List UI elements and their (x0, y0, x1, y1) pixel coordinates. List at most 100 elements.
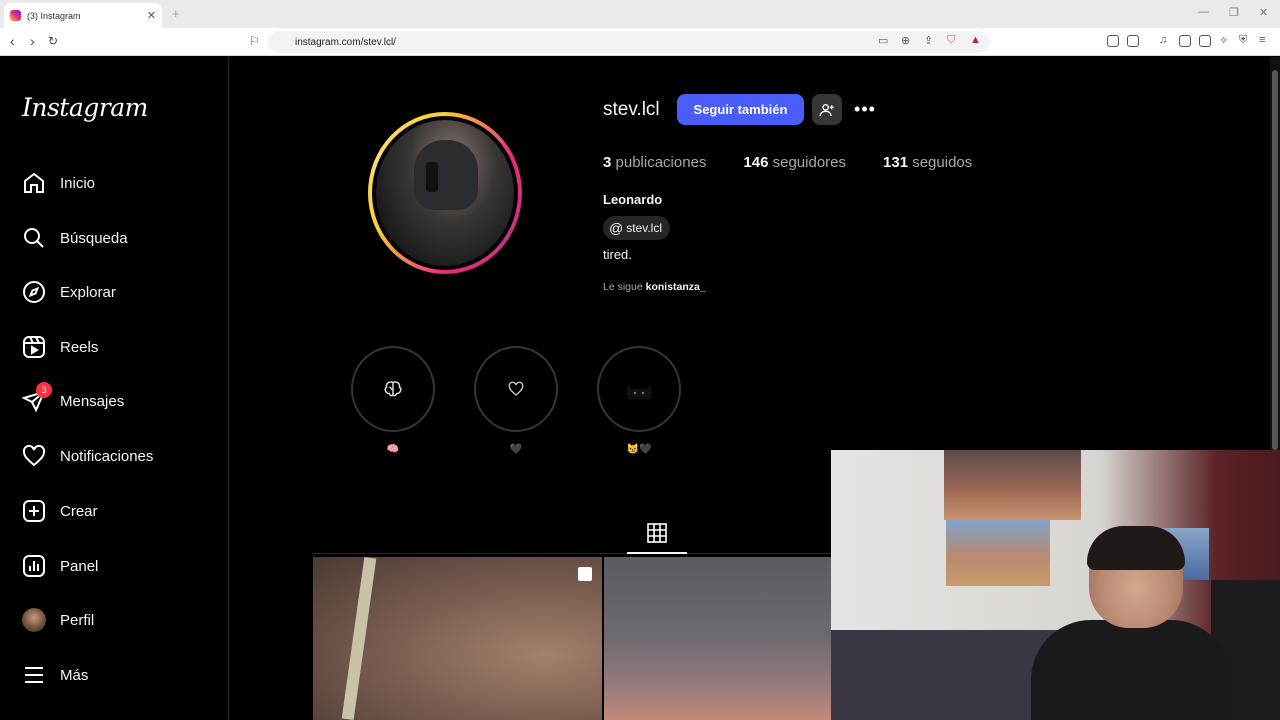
add-user-icon (819, 103, 834, 116)
leo-ai-icon[interactable]: ✧ (1219, 34, 1228, 47)
nav-label-dashboard: Panel (60, 557, 99, 575)
post-thumbnail[interactable] (604, 557, 831, 720)
nav-item-create[interactable]: Crear (22, 496, 98, 526)
profile-stats: 3 publicaciones 146 seguidores 131 segui… (603, 154, 972, 171)
profile-story-ring[interactable] (368, 112, 522, 274)
nav-item-search[interactable]: Búsqueda (22, 223, 128, 253)
following-stat[interactable]: 131 seguidos (883, 154, 972, 171)
tab-title: (3) Instagram (27, 10, 81, 21)
heart-icon (22, 444, 46, 467)
window-close-button[interactable]: ✕ (1259, 6, 1268, 19)
cat-icon (627, 384, 651, 399)
tab-active-indicator (627, 552, 687, 554)
nav-label-reels: Reels (60, 338, 99, 356)
highlight-2-label: 🖤 (509, 444, 523, 455)
highlight-1[interactable] (351, 346, 435, 432)
nav-label-explore: Explorar (60, 283, 116, 301)
nav-item-messages[interactable]: 3 Mensajes (22, 382, 125, 416)
browser-tabbar: (3) Instagram ✕ + — ❐ ✕ (0, 0, 1280, 28)
share-icon[interactable]: ⇪ (924, 34, 933, 47)
reload-icon[interactable]: ↻ (48, 34, 58, 48)
compass-icon (23, 281, 45, 303)
instagram-favicon-icon (10, 10, 21, 21)
wall-poster (944, 450, 1081, 520)
browser-toolbar: ‹ › ↻ ⚐ instagram.com/stev.lcl/ ▭ ⊕ ⇪ ⛉ … (0, 28, 1280, 56)
nav-label-profile: Perfil (60, 611, 95, 629)
following-label: seguidos (912, 154, 973, 171)
new-tab-button[interactable]: + (172, 6, 180, 21)
nav-label-create: Crear (60, 502, 98, 520)
wallet-icon[interactable] (1127, 35, 1139, 47)
pfp-phone (426, 162, 438, 192)
brave-shield-icon[interactable]: ⛉ (947, 34, 955, 47)
chart-icon (23, 555, 45, 577)
nav-label-notifications: Notificaciones (60, 447, 154, 465)
page-scrollbar-thumb[interactable] (1272, 70, 1278, 450)
more-options-button[interactable]: ••• (852, 97, 878, 121)
followers-label: seguidores (772, 154, 847, 171)
posts-count: 3 (603, 154, 612, 171)
webcam-person-body (1031, 620, 1231, 720)
cast-icon[interactable]: ▭ (878, 34, 888, 47)
followed-by[interactable]: Le sigue konistanza_ (603, 281, 706, 293)
heart-outline-icon (508, 381, 524, 396)
nav-item-dashboard[interactable]: Panel (22, 551, 98, 581)
browser-tab[interactable]: (3) Instagram ✕ (4, 3, 162, 28)
highlight-3[interactable] (597, 346, 681, 432)
zoom-icon[interactable]: ⊕ (901, 34, 910, 47)
reels-icon (23, 336, 45, 358)
profile-picture (376, 120, 514, 266)
vpn-icon[interactable]: ⛨ (1239, 34, 1247, 47)
nav-label-search: Búsqueda (60, 229, 128, 247)
webcam-overlay (831, 450, 1280, 720)
nav-item-profile[interactable]: Perfil (22, 605, 94, 635)
profile-full-name: Leonardo (603, 192, 663, 207)
tab-close-icon[interactable]: ✕ (147, 9, 156, 22)
instagram-logo[interactable]: Instagram (22, 93, 148, 122)
nav-item-more[interactable]: Más (22, 660, 88, 690)
nav-label-more: Más (60, 666, 89, 684)
follow-back-button[interactable]: Seguir también (677, 94, 804, 125)
sidebar-toggle-icon[interactable] (1179, 35, 1191, 47)
back-icon[interactable]: ‹ (10, 33, 15, 49)
minimize-button[interactable]: — (1198, 6, 1209, 18)
bookmark-icon[interactable]: ⚐ (249, 34, 260, 48)
profile-bio: tired. (603, 247, 632, 262)
nav-item-home[interactable]: Inicio (22, 168, 95, 198)
carousel-icon (578, 567, 592, 581)
grid-tab-icon[interactable] (647, 523, 667, 543)
posts-label: publicaciones (615, 154, 707, 171)
followed-by-user: konistanza_ (645, 281, 706, 293)
followers-stat[interactable]: 146 seguidores (743, 154, 846, 171)
browser-menu-icon[interactable]: ≡ (1259, 34, 1265, 46)
maximize-button[interactable]: ❐ (1229, 6, 1239, 19)
home-icon (24, 172, 44, 193)
highlight-3-label: 😼🖤 (626, 444, 652, 455)
forward-icon[interactable]: › (30, 33, 35, 49)
followed-by-prefix: Le sigue (603, 281, 643, 293)
search-icon (24, 228, 44, 248)
brave-rewards-icon[interactable]: ▲ (970, 34, 981, 46)
highlight-2[interactable] (474, 346, 558, 432)
extensions-icon[interactable] (1107, 35, 1119, 47)
url-text: instagram.com/stev.lcl/ (295, 36, 396, 48)
tabs-icon[interactable] (1199, 35, 1211, 47)
media-icon[interactable]: ♫ (1159, 34, 1167, 46)
nav-label-home: Inicio (60, 174, 96, 192)
threads-handle: stev.lcl (626, 221, 663, 235)
webcam-person-hair (1087, 526, 1185, 570)
highlight-1-label: 🧠 (386, 444, 400, 455)
nav-label-messages: Mensajes (60, 392, 125, 410)
nav-item-explore[interactable]: Explorar (22, 277, 116, 307)
plus-square-icon (23, 500, 45, 522)
tabs-divider (313, 553, 831, 554)
suggest-users-button[interactable] (812, 94, 842, 125)
avatar (22, 608, 46, 632)
profile-username: stev.lcl (603, 99, 660, 120)
following-count: 131 (883, 154, 909, 171)
wall-poster (946, 520, 1050, 586)
threads-badge[interactable]: @ stev.lcl (603, 216, 671, 240)
nav-item-notifications[interactable]: Notificaciones (22, 441, 153, 471)
post-thumbnail[interactable] (313, 556, 602, 720)
nav-item-reels[interactable]: Reels (22, 332, 98, 362)
